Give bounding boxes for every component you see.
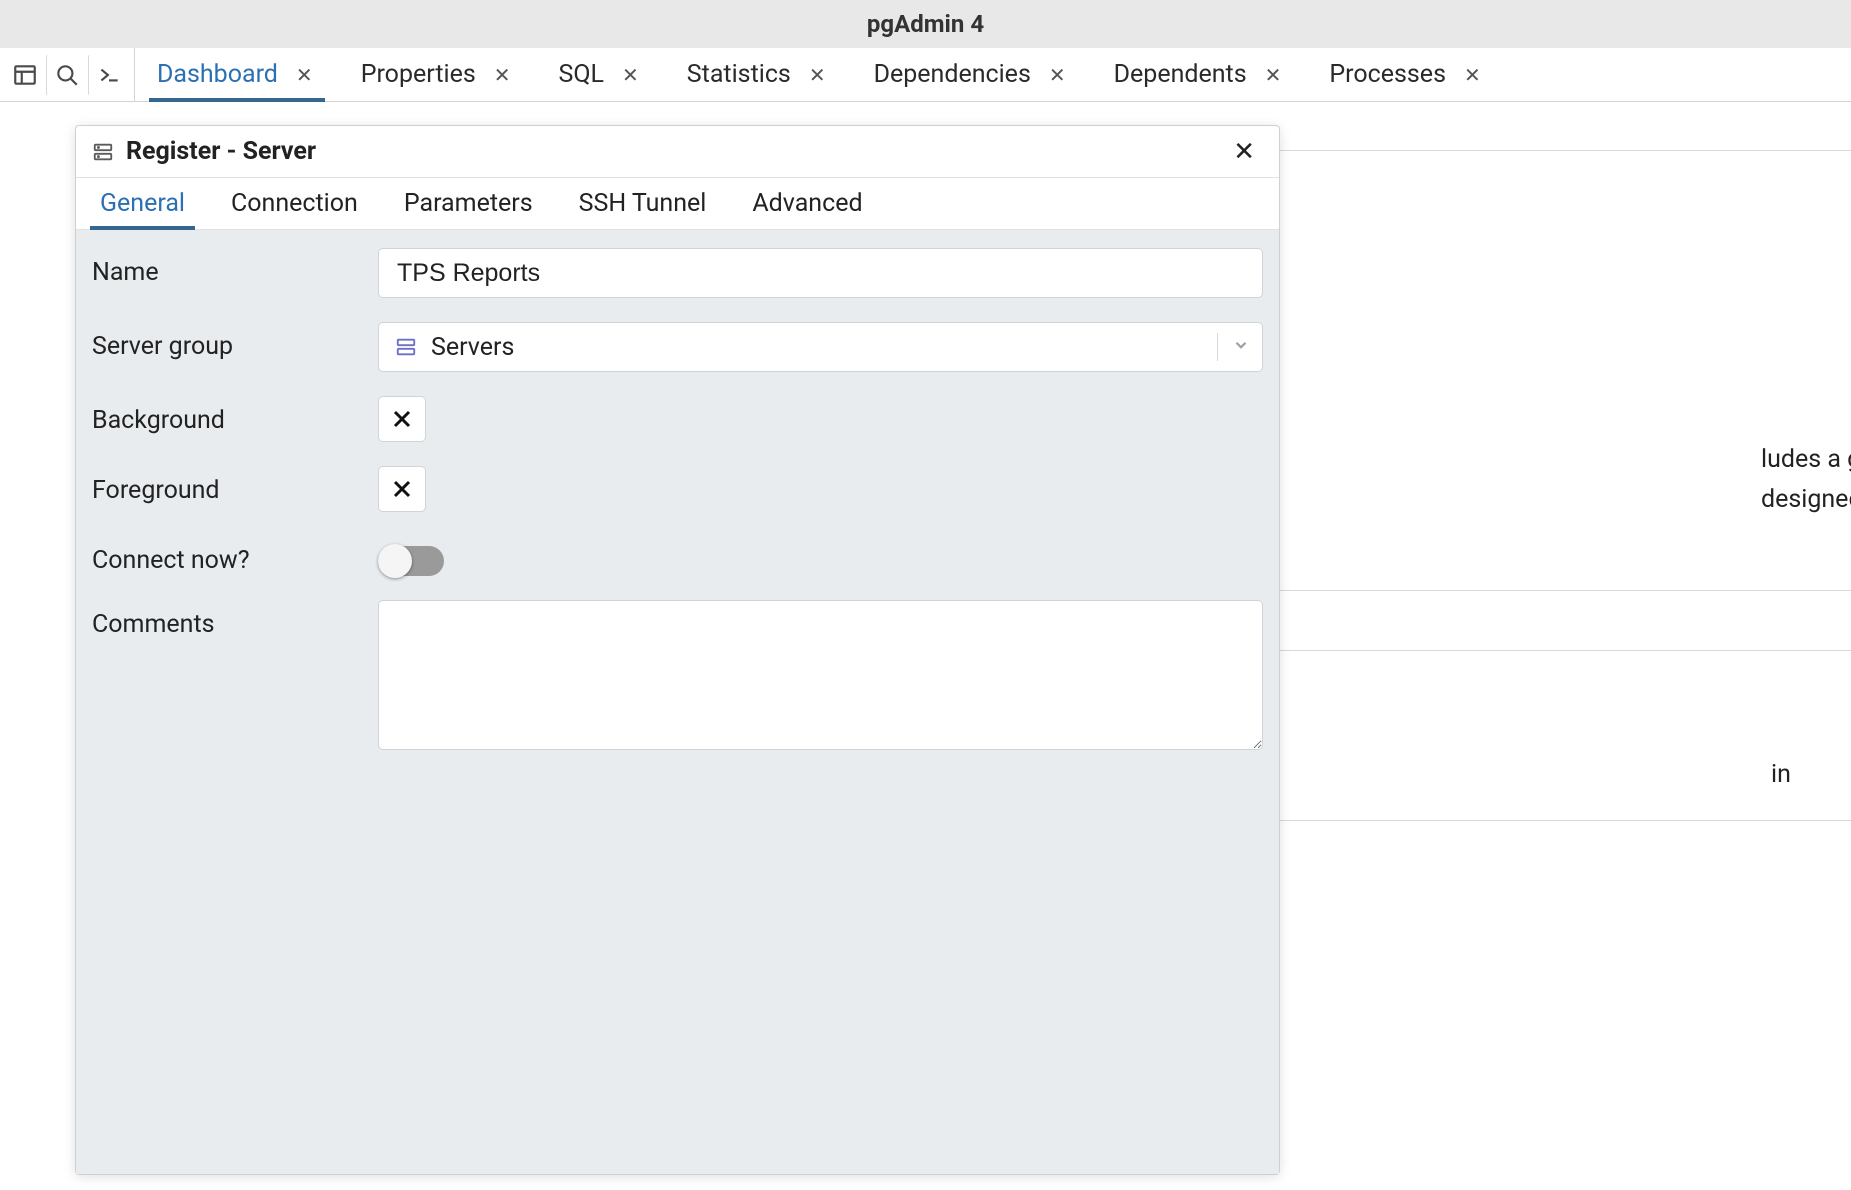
server-group-label: Server group [92, 322, 378, 361]
server-group-value: Servers [431, 333, 1203, 362]
tab-label: Dashboard [157, 60, 278, 89]
tab-processes[interactable]: Processes ✕ [1307, 48, 1506, 101]
tab-label: Dependents [1114, 60, 1247, 89]
dialog-tab-ssh-tunnel[interactable]: SSH Tunnel [561, 178, 725, 229]
dialog-tab-parameters[interactable]: Parameters [386, 178, 551, 229]
app-title: pgAdmin 4 [867, 10, 984, 38]
name-label: Name [92, 248, 378, 287]
server-group-select[interactable]: Servers [378, 322, 1263, 372]
dialog-tabbar: General Connection Parameters SSH Tunnel… [76, 178, 1279, 230]
foreground-label: Foreground [92, 466, 378, 505]
dialog-title: Register - Server [126, 137, 316, 166]
tab-label: SSH Tunnel [579, 189, 707, 218]
tab-label: Parameters [404, 189, 533, 218]
layout-icon[interactable] [4, 54, 46, 96]
chevron-down-icon [1232, 336, 1250, 358]
foreground-color-clear-button[interactable] [378, 466, 426, 512]
tab-sql[interactable]: SQL ✕ [537, 48, 665, 101]
tab-dependents[interactable]: Dependents ✕ [1092, 48, 1308, 101]
mini-toolbar [0, 48, 135, 101]
form-row-background: Background [92, 396, 1263, 442]
server-group-icon [395, 336, 417, 358]
close-icon[interactable]: ✕ [805, 61, 830, 89]
connect-now-label: Connect now? [92, 536, 378, 575]
top-strip: Dashboard ✕ Properties ✕ SQL ✕ Statistic… [0, 48, 1851, 102]
tab-label: Advanced [752, 189, 862, 218]
tab-label: Dependencies [874, 60, 1031, 89]
toggle-knob [378, 544, 412, 578]
tab-statistics[interactable]: Statistics ✕ [665, 48, 852, 101]
close-icon[interactable]: ✕ [1460, 61, 1485, 89]
close-icon[interactable]: ✕ [1227, 135, 1261, 169]
dialog-tab-connection[interactable]: Connection [213, 178, 376, 229]
close-icon[interactable]: ✕ [1045, 61, 1070, 89]
dialog-tab-advanced[interactable]: Advanced [734, 178, 880, 229]
tab-dependencies[interactable]: Dependencies ✕ [852, 48, 1092, 101]
dialog-body: Name Server group Servers [76, 230, 1279, 1174]
tab-dashboard[interactable]: Dashboard ✕ [135, 48, 339, 101]
background-color-clear-button[interactable] [378, 396, 426, 442]
background-text-fragment: ludes a g designed [1761, 440, 1851, 520]
close-icon[interactable]: ✕ [490, 61, 515, 89]
close-icon[interactable]: ✕ [1261, 61, 1286, 89]
tab-label: General [100, 189, 185, 218]
tab-label: Processes [1329, 60, 1446, 89]
background-label: Background [92, 396, 378, 435]
dialog-tab-general[interactable]: General [82, 178, 203, 229]
connect-now-toggle[interactable] [378, 546, 444, 576]
name-input[interactable] [378, 248, 1263, 298]
form-row-name: Name [92, 248, 1263, 298]
form-row-foreground: Foreground [92, 466, 1263, 512]
tab-label: SQL [559, 60, 605, 89]
search-icon[interactable] [46, 54, 88, 96]
close-icon[interactable]: ✕ [292, 61, 317, 89]
tab-label: Properties [361, 60, 476, 89]
main-tabbar: Dashboard ✕ Properties ✕ SQL ✕ Statistic… [135, 48, 1851, 101]
comments-label: Comments [92, 600, 378, 639]
terminal-icon[interactable] [88, 54, 130, 96]
tab-label: Statistics [687, 60, 791, 89]
form-row-connect-now: Connect now? [92, 536, 1263, 576]
form-row-server-group: Server group Servers [92, 322, 1263, 372]
tab-properties[interactable]: Properties ✕ [339, 48, 537, 101]
dialog-header: Register - Server ✕ [76, 126, 1279, 178]
register-server-dialog: Register - Server ✕ General Connection P… [75, 125, 1280, 1175]
window-titlebar: pgAdmin 4 [0, 0, 1851, 48]
server-icon [92, 141, 114, 163]
tab-label: Connection [231, 189, 358, 218]
comments-textarea[interactable] [378, 600, 1263, 750]
form-row-comments: Comments [92, 600, 1263, 754]
background-text-fragment: in [1771, 760, 1851, 789]
close-icon[interactable]: ✕ [618, 61, 643, 89]
